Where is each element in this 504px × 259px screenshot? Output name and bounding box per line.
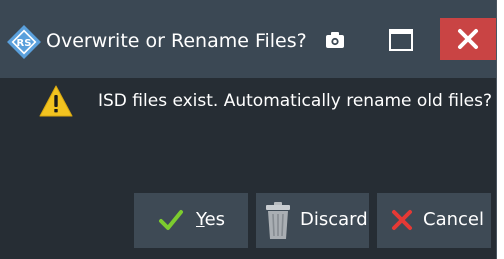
discard-button[interactable]: Discard bbox=[256, 193, 369, 248]
dialog-window: RS Overwrite or Rename Files? ISD files … bbox=[0, 0, 497, 259]
dialog-message: ISD files exist. Automatically rename ol… bbox=[98, 91, 493, 111]
yes-button[interactable]: Yes bbox=[134, 193, 248, 248]
discard-button-label: Discard bbox=[300, 209, 368, 230]
checkmark-icon bbox=[159, 210, 183, 230]
title-bar[interactable]: RS Overwrite or Rename Files? bbox=[0, 0, 496, 78]
warning-icon bbox=[39, 85, 73, 117]
trash-icon bbox=[266, 202, 290, 239]
camera-icon[interactable] bbox=[325, 31, 345, 49]
cancel-button-label: Cancel bbox=[423, 209, 484, 230]
yes-button-label: Yes bbox=[196, 209, 226, 230]
close-icon bbox=[458, 29, 478, 49]
close-button[interactable] bbox=[440, 18, 496, 60]
rohde-schwarz-logo-icon: RS bbox=[7, 25, 41, 59]
svg-text:RS: RS bbox=[17, 38, 32, 49]
cancel-button[interactable]: Cancel bbox=[377, 193, 491, 248]
dialog-title: Overwrite or Rename Files? bbox=[46, 30, 307, 52]
cancel-x-icon bbox=[392, 210, 412, 230]
maximize-icon[interactable] bbox=[388, 28, 414, 52]
